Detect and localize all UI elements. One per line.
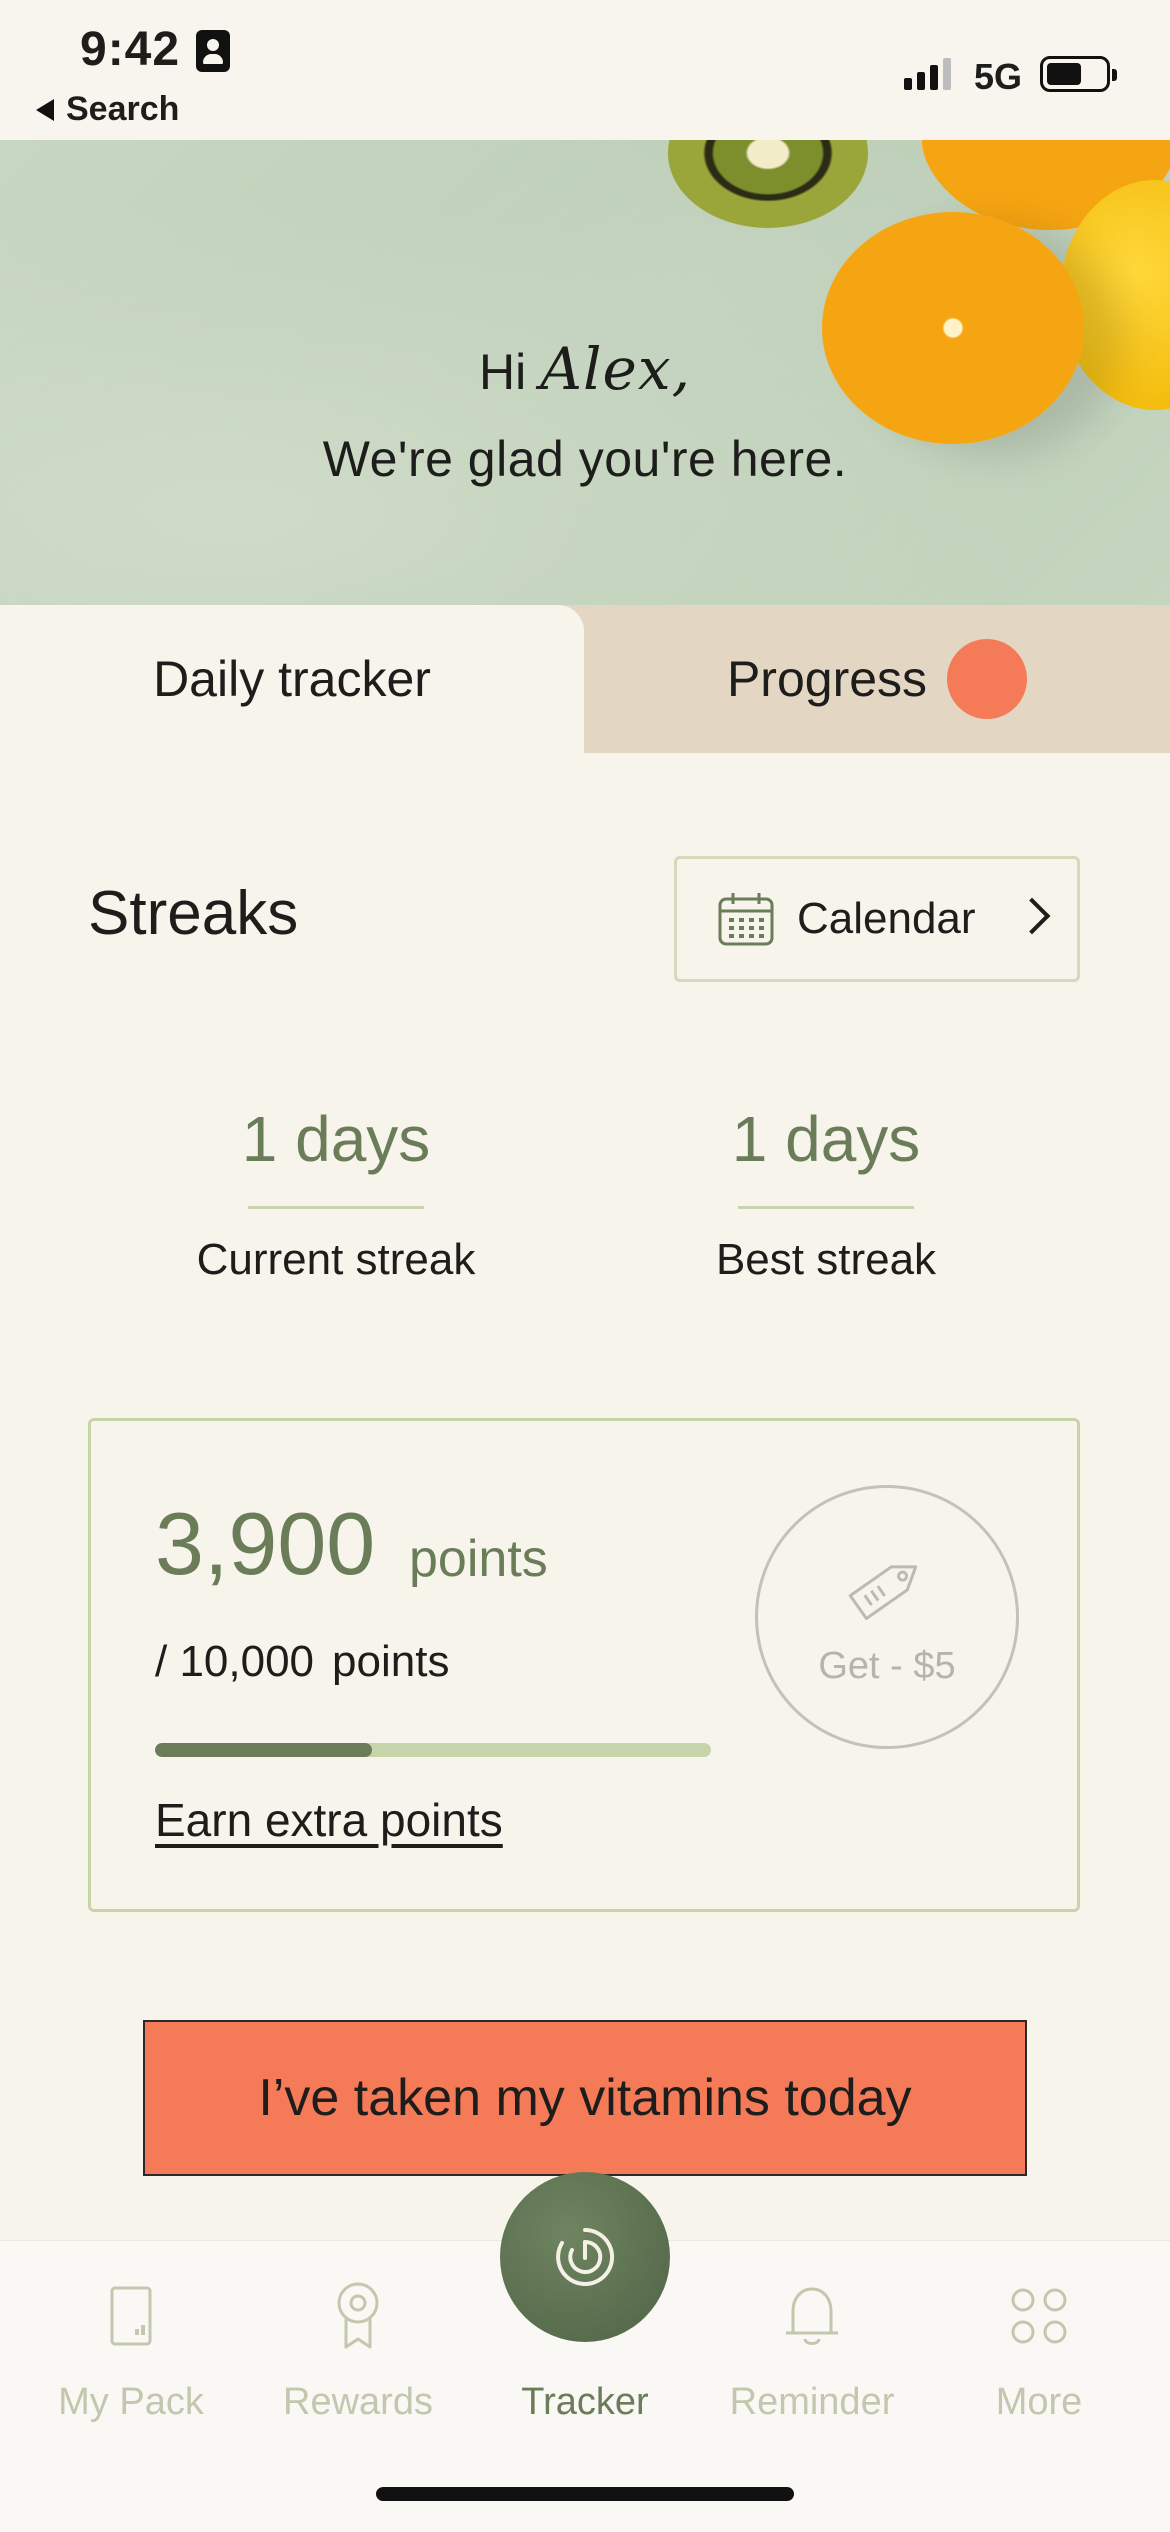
- contact-card-icon: [196, 30, 230, 72]
- calendar-icon: [717, 891, 775, 947]
- status-time: 9:42: [80, 23, 181, 76]
- points-goal-unit: points: [332, 1637, 450, 1686]
- tab-progress[interactable]: Progress: [584, 605, 1170, 753]
- tracker-icon: [556, 2227, 615, 2286]
- hero-banner: Hi Alex, We're glad you're here.: [0, 140, 1170, 605]
- streaks-title: Streaks: [88, 879, 299, 948]
- nav-tracker-label: Tracker: [521, 2381, 649, 2423]
- points-card: 3,900 points / 10,000 points Earn extra p…: [88, 1418, 1080, 1912]
- back-label: Search: [66, 90, 180, 128]
- back-arrow-icon: [36, 98, 54, 121]
- kiwi-image: [668, 140, 868, 228]
- nav-more[interactable]: More: [922, 2271, 1156, 2424]
- tab-progress-label: Progress: [726, 651, 928, 707]
- points-progress-fill: [155, 1743, 372, 1757]
- notification-dot: [947, 639, 1028, 719]
- home-indicator: [376, 2487, 794, 2501]
- greeting-prefix: Hi: [478, 344, 527, 400]
- nav-rewards[interactable]: Rewards: [241, 2271, 475, 2424]
- greeting-subtitle: We're glad you're here.: [322, 431, 848, 487]
- vitamins-taken-label: I’ve taken my vitamins today: [258, 2069, 912, 2127]
- points-value: 3,900: [155, 1494, 376, 1593]
- best-streak: 1 days Best streak: [626, 1102, 1026, 1285]
- points-goal: / 10,000 points: [155, 1637, 449, 1687]
- reward-redeem-button[interactable]: Get - $5: [755, 1485, 1019, 1749]
- divider: [738, 1206, 914, 1209]
- tracker-fab-button[interactable]: [500, 2172, 670, 2342]
- current-streak-value: 1 days: [241, 1103, 431, 1175]
- nav-my-pack[interactable]: My Pack: [14, 2271, 248, 2424]
- points-goal-value: / 10,000: [155, 1637, 315, 1686]
- vitamins-taken-button[interactable]: I’ve taken my vitamins today: [143, 2020, 1027, 2176]
- award-ribbon-icon: [337, 2282, 379, 2349]
- signal-icon: [904, 58, 951, 90]
- points-unit: points: [409, 1530, 548, 1588]
- nav-more-label: More: [995, 2381, 1083, 2423]
- divider: [248, 1206, 424, 1209]
- greeting: Hi Alex,: [0, 335, 1170, 403]
- tab-daily-tracker[interactable]: Daily tracker: [0, 605, 584, 753]
- four-circles-icon: [1011, 2288, 1067, 2344]
- nav-reminder-label: Reminder: [729, 2381, 895, 2423]
- battery-icon: [1040, 56, 1117, 92]
- status-bar: 9:42 Search 5G: [0, 0, 1170, 140]
- phone-pack-icon: [110, 2286, 152, 2346]
- best-streak-value: 1 days: [731, 1103, 921, 1175]
- calendar-button[interactable]: Calendar: [674, 856, 1080, 982]
- nav-rewards-label: Rewards: [283, 2381, 433, 2423]
- orange-half-image: [822, 212, 1084, 444]
- reward-label: Get - $5: [818, 1644, 956, 1687]
- chevron-right-icon: [1013, 897, 1051, 935]
- network-label: 5G: [974, 56, 1023, 97]
- price-tag-icon: [848, 1564, 918, 1620]
- points-progress-bar: [155, 1743, 711, 1757]
- tab-bar: Daily tracker Progress: [0, 605, 1170, 753]
- current-streak-label: Current streak: [196, 1235, 476, 1284]
- tab-daily-tracker-label: Daily tracker: [153, 651, 431, 707]
- earn-extra-points-link[interactable]: Earn extra points: [155, 1793, 503, 1847]
- best-streak-label: Best streak: [715, 1235, 937, 1284]
- nav-reminder[interactable]: Reminder: [695, 2271, 929, 2424]
- calendar-label: Calendar: [797, 894, 976, 943]
- nav-my-pack-label: My Pack: [58, 2381, 204, 2423]
- back-to-search-button[interactable]: Search: [36, 90, 179, 129]
- bell-icon: [786, 2287, 838, 2345]
- current-streak: 1 days Current streak: [136, 1102, 536, 1285]
- user-name: Alex,: [540, 335, 692, 403]
